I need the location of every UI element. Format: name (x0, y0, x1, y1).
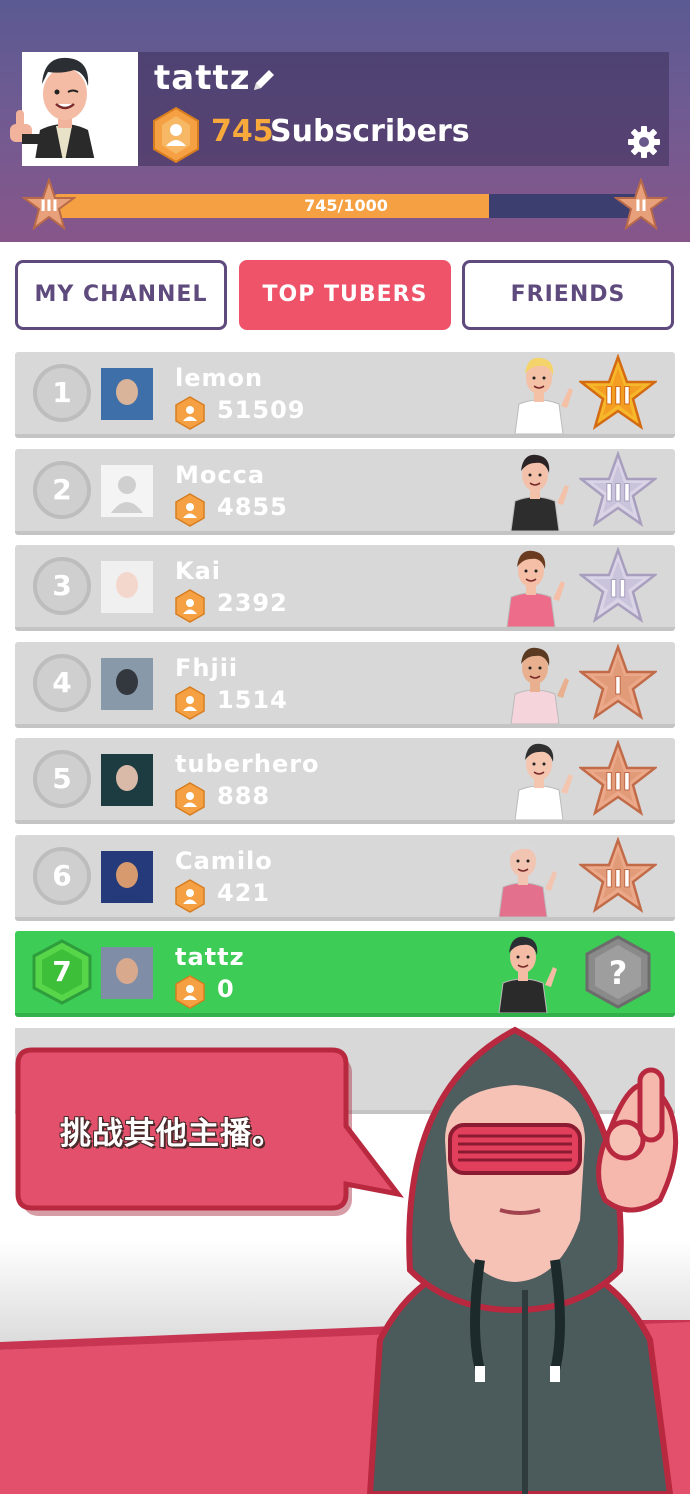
avatar[interactable] (101, 947, 153, 999)
tuber-character (498, 840, 557, 917)
tutorial-message: 挑战其他主播。 (60, 1116, 284, 1152)
tuber-character (514, 357, 573, 434)
tuber-character (510, 647, 569, 724)
level-next-label: II (635, 196, 647, 215)
rank-number: 2 (33, 461, 91, 519)
table-row[interactable]: 2 Mocca 4855 III (15, 449, 675, 535)
tab-friends[interactable]: FRIENDS (462, 260, 674, 330)
avatar[interactable] (101, 851, 153, 903)
row-username: Kai (175, 557, 222, 585)
avatar[interactable] (101, 561, 153, 613)
row-subscriber-count: 0 (217, 975, 235, 1003)
badge-level-label: II (609, 575, 627, 603)
row-subscriber-count: 51509 (217, 396, 306, 424)
table-row[interactable]: 6 Camilo 421 III (15, 835, 675, 921)
rank-number: 7 (52, 955, 72, 988)
tuber-character (498, 936, 557, 1013)
badge-level-label: ? (609, 954, 628, 992)
tab-my-channel[interactable]: MY CHANNEL (15, 260, 227, 330)
level-star-next-icon: II (614, 178, 668, 231)
profile-username: tattz (154, 58, 251, 98)
subscriber-icon (175, 396, 205, 430)
row-subscriber-count: 4855 (217, 493, 288, 521)
row-subscriber-count: 1514 (217, 686, 288, 714)
subscriber-icon (175, 589, 205, 623)
table-row[interactable]: 1 lemon 51509 III (15, 352, 675, 438)
profile-avatar[interactable] (10, 52, 138, 166)
table-row[interactable]: 4 Fhjii 1514 I (15, 642, 675, 728)
tuber-character (510, 454, 569, 531)
rank-number: 5 (33, 750, 91, 808)
subscriber-label: Subscribers (270, 114, 470, 149)
gear-icon[interactable] (626, 124, 662, 160)
silver-star-badge-icon: III (579, 451, 657, 528)
level-current-label: III (40, 196, 58, 215)
table-row[interactable]: 7 tattz 0? (15, 931, 675, 1017)
badge-level-label: III (605, 479, 632, 507)
bronze-star-badge-icon: I (579, 644, 657, 721)
row-subscriber-count: 421 (217, 879, 271, 907)
rank-number: 6 (33, 847, 91, 905)
row-username: Mocca (175, 461, 266, 489)
badge-level-label: III (605, 768, 632, 796)
avatar[interactable] (101, 465, 153, 517)
bronze-star-badge-icon: III (579, 740, 657, 817)
progress-text: 745/1000 (304, 196, 388, 215)
avatar[interactable] (101, 658, 153, 710)
badge-level-label: I (614, 672, 623, 700)
subscriber-icon (175, 782, 205, 816)
tuber-character (506, 550, 565, 627)
silver-star-badge-icon: II (579, 547, 657, 624)
subscriber-icon (153, 106, 199, 164)
rank-number: 1 (33, 364, 91, 422)
table-row[interactable]: 5 tuberhero 888 III (15, 738, 675, 824)
pencil-icon[interactable] (248, 64, 280, 96)
row-username: Camilo (175, 847, 273, 875)
avatar[interactable] (101, 754, 153, 806)
level-star-current-icon: III (22, 178, 76, 231)
avatar[interactable] (101, 368, 153, 420)
rank-number: 3 (33, 557, 91, 615)
subscriber-count: 745 (211, 114, 274, 149)
subscriber-icon (175, 879, 205, 913)
badge-level-label: III (605, 865, 632, 893)
subscriber-icon (175, 686, 205, 720)
row-username: lemon (175, 364, 264, 392)
row-username: tuberhero (175, 750, 320, 778)
table-row[interactable]: 3 Kai 2392 II (15, 545, 675, 631)
tab-top-tubers[interactable]: TOP TUBERS (239, 260, 451, 330)
rank-number: 4 (33, 654, 91, 712)
bronze-star-badge-icon: III (579, 837, 657, 914)
subscriber-icon (175, 975, 205, 1009)
row-subscriber-count: 888 (217, 782, 271, 810)
row-subscriber-count: 2392 (217, 589, 288, 617)
badge-level-label: III (605, 382, 632, 410)
subscriber-icon (175, 493, 205, 527)
unknown-rank-badge-icon: ? (585, 935, 651, 1009)
tuber-character (514, 743, 573, 820)
gold-star-badge-icon: III (579, 354, 657, 431)
row-username: Fhjii (175, 654, 239, 682)
row-username: tattz (175, 943, 245, 971)
